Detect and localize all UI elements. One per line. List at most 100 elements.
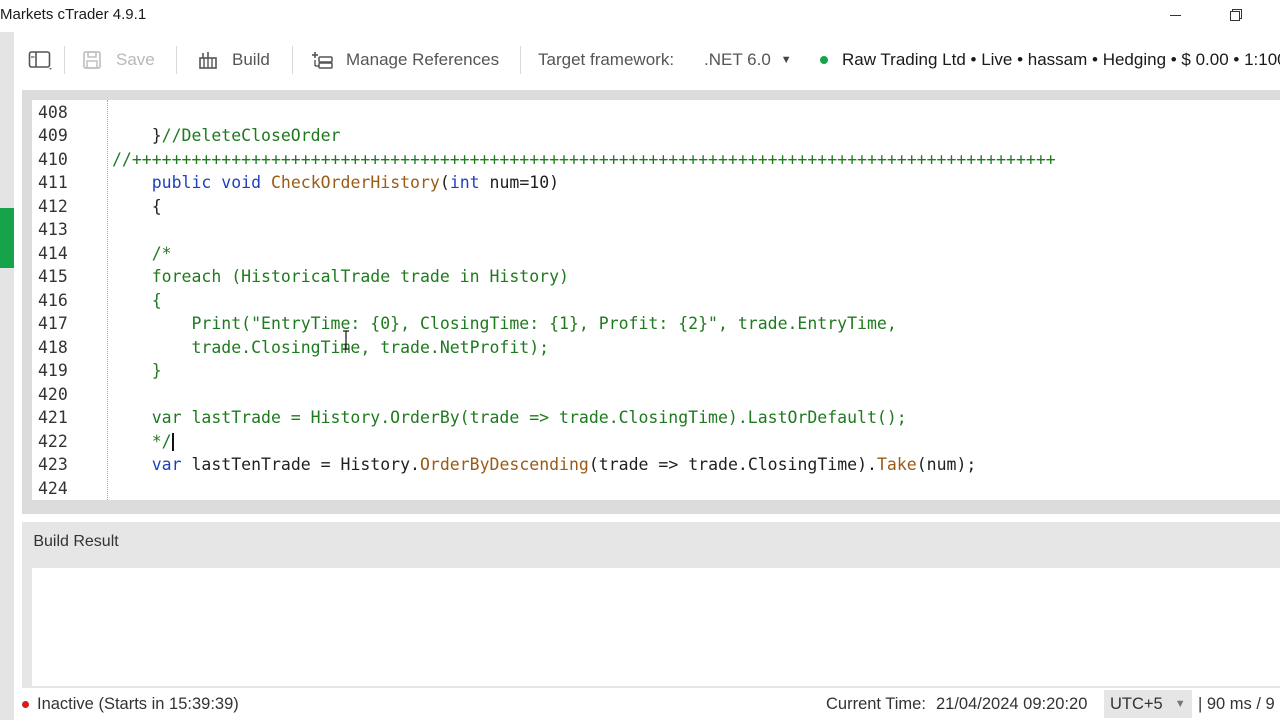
connection-status-text: Inactive (Starts in 15:39:39) [37,694,239,713]
code-line[interactable]: 416 { [32,289,1280,313]
line-number: 418 [38,337,68,357]
code-text: Print("EntryTime: {0}, ClosingTime: {1},… [112,312,897,336]
code-token: var [151,455,182,474]
account-status[interactable]: Raw Trading Ltd • Live • hassam • Hedgin… [820,32,1280,88]
save-icon [83,51,101,69]
connection-status: Inactive (Starts in 15:39:39) [22,688,239,720]
code-token: OrderByDescending [419,455,589,474]
code-text: foreach (HistoricalTrade trade in Histor… [112,265,569,289]
ctrader-window: Markets cTrader 4.9.1 Save Build Manage … [0,0,1280,720]
code-line[interactable]: 422 */ [32,430,1280,454]
code-token: { [112,290,162,310]
build-label: Build [232,50,270,69]
code-line[interactable]: 414 /* [32,242,1280,266]
line-number: 411 [38,173,68,192]
line-number: 422 [38,431,68,451]
line-number: 408 [38,102,68,122]
minimize-icon [1169,14,1181,16]
line-number: 414 [38,243,68,263]
code-line[interactable]: 412 { [32,195,1280,219]
build-result-output [32,568,1280,686]
code-line[interactable]: 409 }//DeleteCloseOrder [32,124,1280,148]
code-line[interactable]: 413 [32,218,1280,242]
manage-references-label: Manage References [346,50,500,69]
toolbar-divider [64,46,65,74]
code-token: lastTenTrade = History. [181,455,420,474]
latency-indicator: | 90 ms / 9 [1198,694,1275,713]
code-token: (trade => trade.ClosingTime). [588,455,877,474]
code-text: public void CheckOrderHistory(int num=10… [112,171,559,195]
line-number: 424 [38,478,68,498]
code-line[interactable]: 424 [32,477,1280,501]
code-line[interactable]: 420 [32,383,1280,407]
status-bar: Inactive (Starts in 15:39:39) Current Ti… [14,688,1280,720]
toolbar: Save Build Manage References Target fram… [14,32,1280,88]
line-number: 410 [38,149,68,169]
manage-references-button[interactable]: Manage References [312,32,499,88]
save-button[interactable]: Save [82,32,155,88]
code-token: */ [112,431,172,451]
tab-build-result[interactable]: Build Result [22,524,130,560]
text-cursor-icon [343,330,349,350]
code-token: } [112,361,162,380]
text-caret [171,433,174,451]
build-button[interactable]: Build [198,32,270,88]
code-text: { [112,195,162,219]
code-text: //++++++++++++++++++++++++++++++++++++++… [112,148,1056,172]
inactive-dot-icon [22,700,29,708]
code-line[interactable]: 410 //+++++++++++++++++++++++++++++++++++… [32,148,1280,172]
window-title: Markets cTrader 4.9.1 [0,6,147,23]
current-time-label: Current Time: [826,694,926,713]
framework-value: .NET 6.0 [704,50,771,69]
code-text: } [112,359,162,383]
code-token: //++++++++++++++++++++++++++++++++++++++… [112,149,1056,169]
build-icon [199,52,217,69]
code-token: //DeleteCloseOrder [161,126,341,145]
connection-dot-icon [820,56,828,64]
save-label: Save [116,50,155,69]
code-line[interactable]: 421 var lastTrade = History.OrderBy(trad… [32,406,1280,430]
title-bar: Markets cTrader 4.9.1 [0,0,1280,32]
toggle-panel-button[interactable] [28,32,54,88]
code-line[interactable]: 417 Print("EntryTime: {0}, ClosingTime: … [32,312,1280,336]
code-line[interactable]: 423 var lastTenTrade = History.OrderByDe… [32,453,1280,477]
toolbar-divider [520,46,521,74]
code-line[interactable]: 411 public void CheckOrderHistory(int nu… [32,171,1280,195]
code-token: /* [112,243,172,263]
target-framework-label: Target framework: [538,50,675,69]
line-number: 413 [38,220,68,239]
code-line[interactable]: 419 } [32,359,1280,383]
code-line[interactable]: 418 trade.ClosingTime, trade.NetProfit); [32,336,1280,360]
panel-layout-icon [28,51,52,70]
code-line[interactable]: 408 [32,101,1280,125]
code-token: (num); [916,455,977,474]
code-token: ( [439,173,450,192]
code-token: trade.ClosingTime, trade.NetProfit); [112,337,550,357]
restore-button[interactable] [1212,0,1258,30]
code-text: { [112,289,162,313]
references-icon [312,52,333,69]
timezone-value: UTC+5 [1110,694,1163,713]
line-number: 423 [38,455,68,474]
code-token: Print("EntryTime: {0}, ClosingTime: {1},… [112,314,897,333]
code-text: var lastTrade = History.OrderBy(trade =>… [112,406,907,430]
line-number: 417 [38,314,68,333]
active-section-indicator [0,208,14,268]
code-text: trade.ClosingTime, trade.NetProfit); [112,336,549,360]
code-editor[interactable]: 408 409 }//DeleteCloseOrder 410 //+++++++++… [32,100,1280,500]
line-number: 421 [38,408,68,427]
code-text: var lastTenTrade = History.OrderByDescen… [112,453,977,477]
framework-select[interactable]: .NET 6.0 ▼ [704,32,792,88]
minimize-button[interactable] [1152,0,1198,30]
code-token: } [112,126,162,145]
code-token: int [449,173,480,192]
code-token: { [112,196,162,216]
code-line[interactable]: 415 foreach (HistoricalTrade trade in Hi… [32,265,1280,289]
code-token: Take [876,455,917,474]
line-number: 420 [38,384,68,404]
timezone-select[interactable]: UTC+5 ▼ [1104,690,1192,718]
code-token: public [151,173,212,192]
